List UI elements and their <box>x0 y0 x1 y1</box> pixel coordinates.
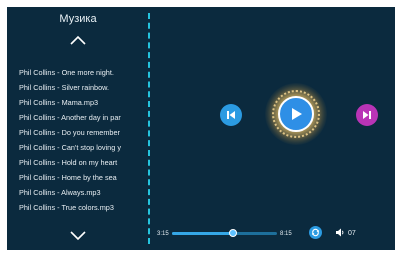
volume-icon[interactable] <box>335 228 345 237</box>
current-time: 3:15 <box>157 231 169 237</box>
playlist-item[interactable]: Phil Collins - Do you remember <box>19 125 149 140</box>
page-title: Музика <box>59 13 97 25</box>
playlist-item[interactable]: Phil Collins - Another day in par <box>19 110 149 125</box>
divider <box>148 13 150 244</box>
play-icon <box>292 108 302 120</box>
repeat-button[interactable] <box>309 226 322 239</box>
play-button[interactable] <box>278 96 314 132</box>
playlist-item[interactable]: Phil Collins - True colors.mp3 <box>19 200 149 215</box>
playlist-item[interactable]: Phil Collins - One more night. <box>19 65 149 80</box>
playlist: Phil Collins - One more night. Phil Colli… <box>19 65 149 215</box>
playlist-item[interactable]: Phil Collins - Silver rainbow. <box>19 80 149 95</box>
progress-slider[interactable] <box>172 229 277 237</box>
skip-next-icon <box>363 111 371 119</box>
playlist-item[interactable]: Phil Collins - Hold on my heart <box>19 155 149 170</box>
playlist-item[interactable]: Phil Collins - Mama.mp3 <box>19 95 149 110</box>
next-button[interactable] <box>356 104 378 126</box>
repeat-icon <box>312 228 319 237</box>
music-player-screen: Музика Phil Collins - One more night. Phi… <box>7 7 395 250</box>
chevron-down-icon[interactable] <box>69 230 87 244</box>
progress-thumb[interactable] <box>228 229 237 237</box>
chevron-up-icon[interactable] <box>69 34 87 48</box>
skip-previous-icon <box>227 111 235 119</box>
playlist-panel: Музика Phil Collins - One more night. Phi… <box>7 7 149 250</box>
playlist-item[interactable]: Phil Collins - Always.mp3 <box>19 185 149 200</box>
progress-fill <box>172 232 233 235</box>
volume-level: 07 <box>348 230 356 237</box>
previous-button[interactable] <box>220 104 242 126</box>
playlist-item[interactable]: Phil Collins - Home by the sea <box>19 170 149 185</box>
total-time: 8:15 <box>280 231 292 237</box>
playlist-item[interactable]: Phil Collins - Can't stop loving y <box>19 140 149 155</box>
